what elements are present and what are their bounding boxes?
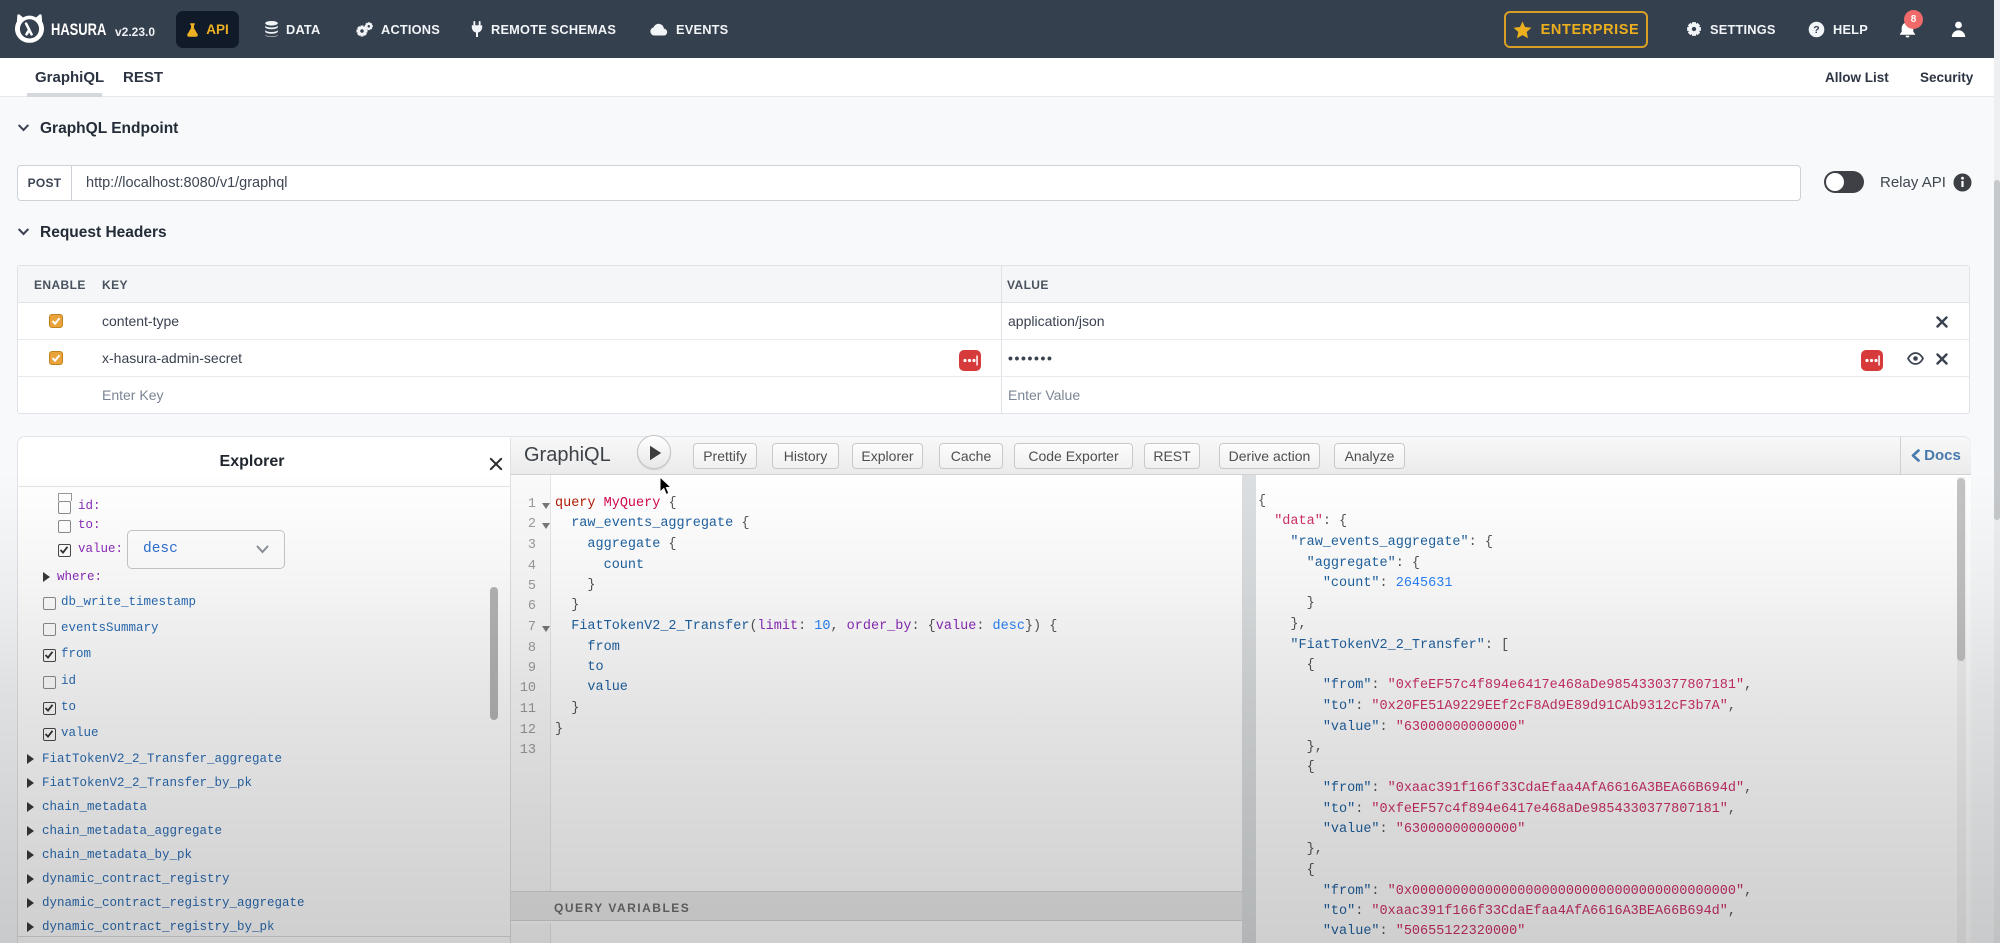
svg-text:?: ?	[1813, 24, 1820, 36]
